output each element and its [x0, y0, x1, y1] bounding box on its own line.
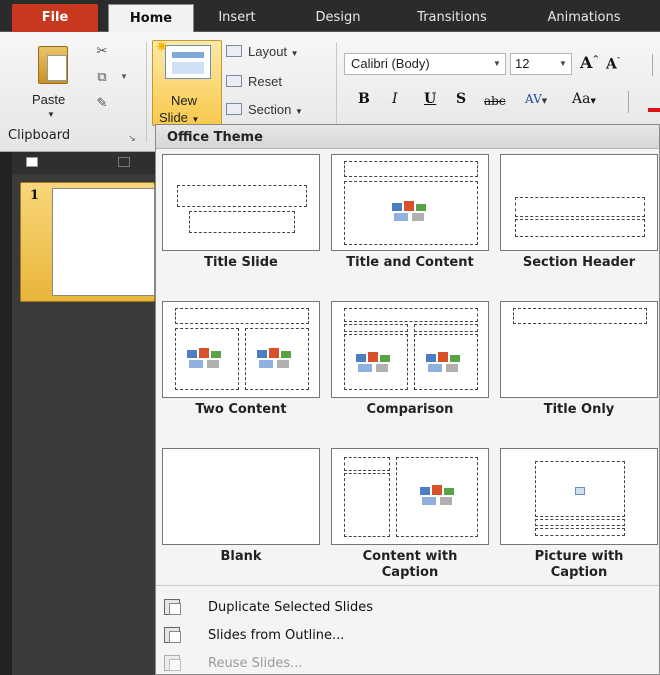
layout-thumbnail	[162, 301, 320, 398]
menu-divider	[156, 585, 659, 586]
shadow-button[interactable]: S	[456, 91, 466, 107]
layout-name: Title Slide	[204, 255, 278, 270]
format-painter-icon[interactable]: ✎	[94, 96, 110, 110]
content-placeholder-icon	[356, 352, 392, 374]
paste-button-label[interactable]: Paste	[32, 92, 65, 107]
underline-button[interactable]: U	[424, 91, 436, 107]
section-icon	[226, 103, 242, 115]
bold-button[interactable]: B	[358, 91, 370, 107]
slides-tab-icon[interactable]	[26, 157, 38, 167]
slides-pane-edge	[0, 152, 12, 675]
new-slide-label-2: Slide	[159, 110, 188, 125]
layout-thumbnail	[162, 154, 320, 251]
change-case-button[interactable]: Aa▼	[572, 91, 596, 107]
font-name-value: Calibri (Body)	[351, 56, 430, 71]
reset-label: Reset	[248, 74, 282, 89]
layout-thumbnail	[331, 301, 489, 398]
slide-thumbnail[interactable]	[52, 188, 155, 296]
font-size-value: 12	[515, 56, 530, 71]
menu-item-label: Duplicate Selected Slides	[208, 600, 374, 615]
cut-icon[interactable]: ✂	[94, 44, 110, 58]
change-case-label: Aa	[572, 91, 591, 107]
chevron-down-icon: ▼	[290, 49, 299, 58]
chevron-down-icon[interactable]: ▼	[489, 54, 505, 74]
chevron-down-icon: ▼	[191, 115, 200, 124]
slides-from-outline-item[interactable]: Slides from Outline...	[156, 623, 659, 649]
shrink-font-icon[interactable]: Aˇ	[606, 56, 620, 73]
star-icon: ✷	[155, 39, 169, 56]
tab-animations[interactable]: Animations	[534, 4, 634, 32]
layout-name: Title and Content	[346, 255, 474, 270]
layout-thumbnail	[500, 301, 658, 398]
tab-file[interactable]: File	[12, 4, 98, 32]
section-label: Section	[248, 102, 292, 117]
tab-design[interactable]: Design	[306, 4, 370, 32]
font-color-icon[interactable]	[648, 108, 660, 112]
content-placeholder-icon	[426, 352, 462, 374]
layout-name: Picture with Caption	[534, 549, 624, 580]
chevron-down-icon[interactable]: ▼	[555, 54, 571, 74]
font-name-select[interactable]: Calibri (Body) ▼	[344, 53, 506, 75]
outline-tab-icon[interactable]	[118, 157, 130, 167]
tab-insert[interactable]: Insert	[206, 4, 268, 32]
menu-item-label: Reuse Slides...	[208, 656, 303, 671]
new-slide-button[interactable]: ✷ New Slide ▼	[152, 39, 222, 126]
content-placeholder-icon	[187, 348, 223, 370]
layout-icon	[226, 45, 242, 57]
layout-name: Content with Caption	[362, 549, 458, 580]
paste-icon[interactable]	[38, 46, 68, 84]
layout-name: Section Header	[522, 255, 636, 270]
layout-thumbnail	[500, 154, 658, 251]
character-spacing-label: AV	[525, 92, 542, 106]
gallery-header: Office Theme	[156, 125, 659, 149]
layout-name: Comparison	[366, 402, 454, 417]
layout-name: Title Only	[543, 402, 615, 417]
ribbon-divider	[628, 91, 629, 113]
layout-thumbnail	[162, 448, 320, 545]
grow-font-icon[interactable]: A^	[580, 53, 599, 72]
reuse-slides-item[interactable]: Reuse Slides...	[156, 651, 659, 675]
theme-name: Office Theme	[167, 130, 263, 145]
copy-dropdown-arrow-icon[interactable]: ▼	[116, 70, 132, 84]
slide-number: 1	[30, 188, 40, 203]
reset-icon	[226, 75, 242, 87]
layout-thumbnail	[500, 448, 658, 545]
italic-button[interactable]: I	[392, 91, 398, 107]
layout-button[interactable]: Layout ▼	[226, 42, 299, 62]
reset-button[interactable]: Reset	[226, 72, 282, 92]
new-slide-label: New	[171, 93, 198, 108]
duplicate-slides-icon	[164, 599, 181, 615]
reuse-slides-icon	[164, 655, 181, 671]
duplicate-selected-slides-item[interactable]: Duplicate Selected Slides	[156, 595, 659, 621]
character-spacing-button[interactable]: AV▼	[525, 92, 547, 106]
clipboard-group-label: Clipboard	[8, 128, 71, 143]
content-placeholder-icon	[392, 201, 428, 223]
tab-transitions[interactable]: Transitions	[394, 4, 510, 32]
chevron-down-icon: ▼	[541, 97, 548, 105]
tab-home[interactable]: Home	[108, 4, 194, 32]
dialog-launcher-icon[interactable]: ↘	[124, 131, 140, 145]
layout-thumbnail	[331, 448, 489, 545]
font-size-select[interactable]: 12 ▼	[510, 53, 572, 75]
copy-icon[interactable]: ⧉	[94, 70, 110, 84]
layout-label: Layout	[248, 44, 288, 59]
layout-name: Blank	[220, 549, 262, 564]
layout-gallery-dropdown: Office Theme Title Slide Title and Conte…	[155, 124, 660, 675]
outline-slides-icon	[164, 627, 181, 643]
ribbon-divider	[652, 54, 653, 76]
layout-name: Two Content	[195, 402, 287, 417]
content-placeholder-icon	[257, 348, 293, 370]
ribbon-divider	[146, 42, 147, 142]
paste-dropdown-arrow-icon[interactable]: ▼	[47, 110, 55, 119]
content-placeholder-icon	[420, 485, 456, 507]
menu-item-label: Slides from Outline...	[208, 628, 345, 643]
new-slide-icon	[165, 45, 211, 79]
strikethrough-button[interactable]: abc	[484, 94, 506, 108]
ribbon-tab-bar: File Home Insert Design Transitions Anim…	[0, 0, 660, 32]
picture-placeholder-icon	[575, 487, 585, 495]
chevron-down-icon: ▼	[295, 107, 303, 116]
chevron-down-icon: ▼	[590, 97, 596, 105]
layout-thumbnail	[331, 154, 489, 251]
section-button[interactable]: Section ▼	[226, 100, 303, 120]
